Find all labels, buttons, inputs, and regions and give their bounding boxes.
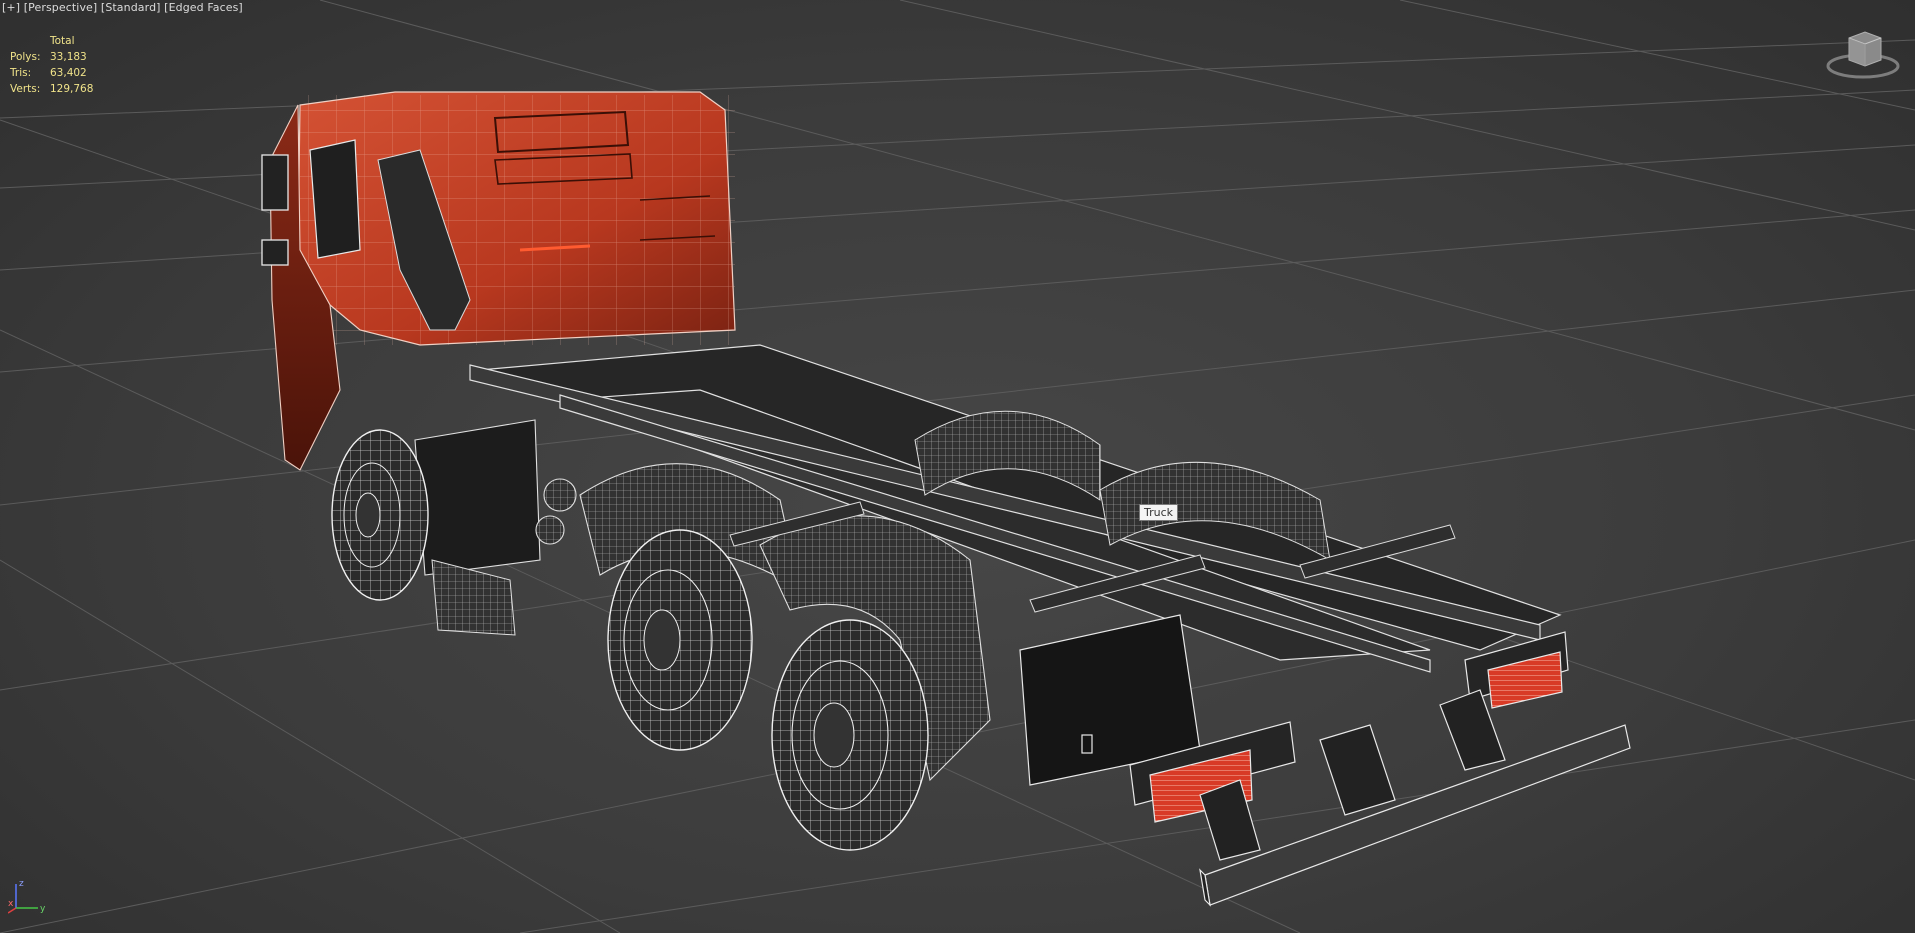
axis-z-label: z <box>19 879 24 889</box>
perspective-viewport[interactable]: [+] [Perspective] [Standard] [Edged Face… <box>0 0 1915 933</box>
stats-value: 129,768 <box>50 83 94 95</box>
axis-y-label: y <box>40 904 46 914</box>
viewcube-icon[interactable] <box>1825 28 1901 80</box>
object-tooltip: Truck <box>1139 504 1179 521</box>
viewport-menu-perspective[interactable]: [Perspective] <box>24 1 98 14</box>
stats-header: Total <box>50 35 75 47</box>
stats-row-polys: Polys: 33,183 <box>10 49 120 65</box>
stats-value: 33,183 <box>50 51 87 63</box>
stats-row-verts: Verts: 129,768 <box>10 81 120 97</box>
front-mudflap <box>431 559 516 636</box>
stats-row-tris: Tris: 63,402 <box>10 65 120 81</box>
scene-statistics: Total Polys: 33,183 Tris: 63,402 Verts: … <box>10 33 120 97</box>
rear-wheel-1 <box>607 529 753 751</box>
viewport-label: [+] [Perspective] [Standard] [Edged Face… <box>2 1 243 14</box>
scene-canvas[interactable] <box>0 0 1915 933</box>
viewport-menu-shading[interactable]: [Standard] <box>101 1 161 14</box>
rear-bumper <box>1199 689 1631 907</box>
stats-label: Verts: <box>10 83 41 95</box>
stats-label: Tris: <box>10 67 32 79</box>
rear-wheel-2 <box>771 619 929 851</box>
stats-label: Polys: <box>10 51 41 63</box>
axis-tripod-icon: z y x <box>7 874 54 914</box>
viewport-menu-plus[interactable]: [+] <box>2 1 20 14</box>
front-wheel <box>331 429 429 601</box>
stats-value: 63,402 <box>50 67 87 79</box>
viewport-menu-display[interactable]: [Edged Faces] <box>164 1 243 14</box>
axis-x-label: x <box>8 899 14 909</box>
